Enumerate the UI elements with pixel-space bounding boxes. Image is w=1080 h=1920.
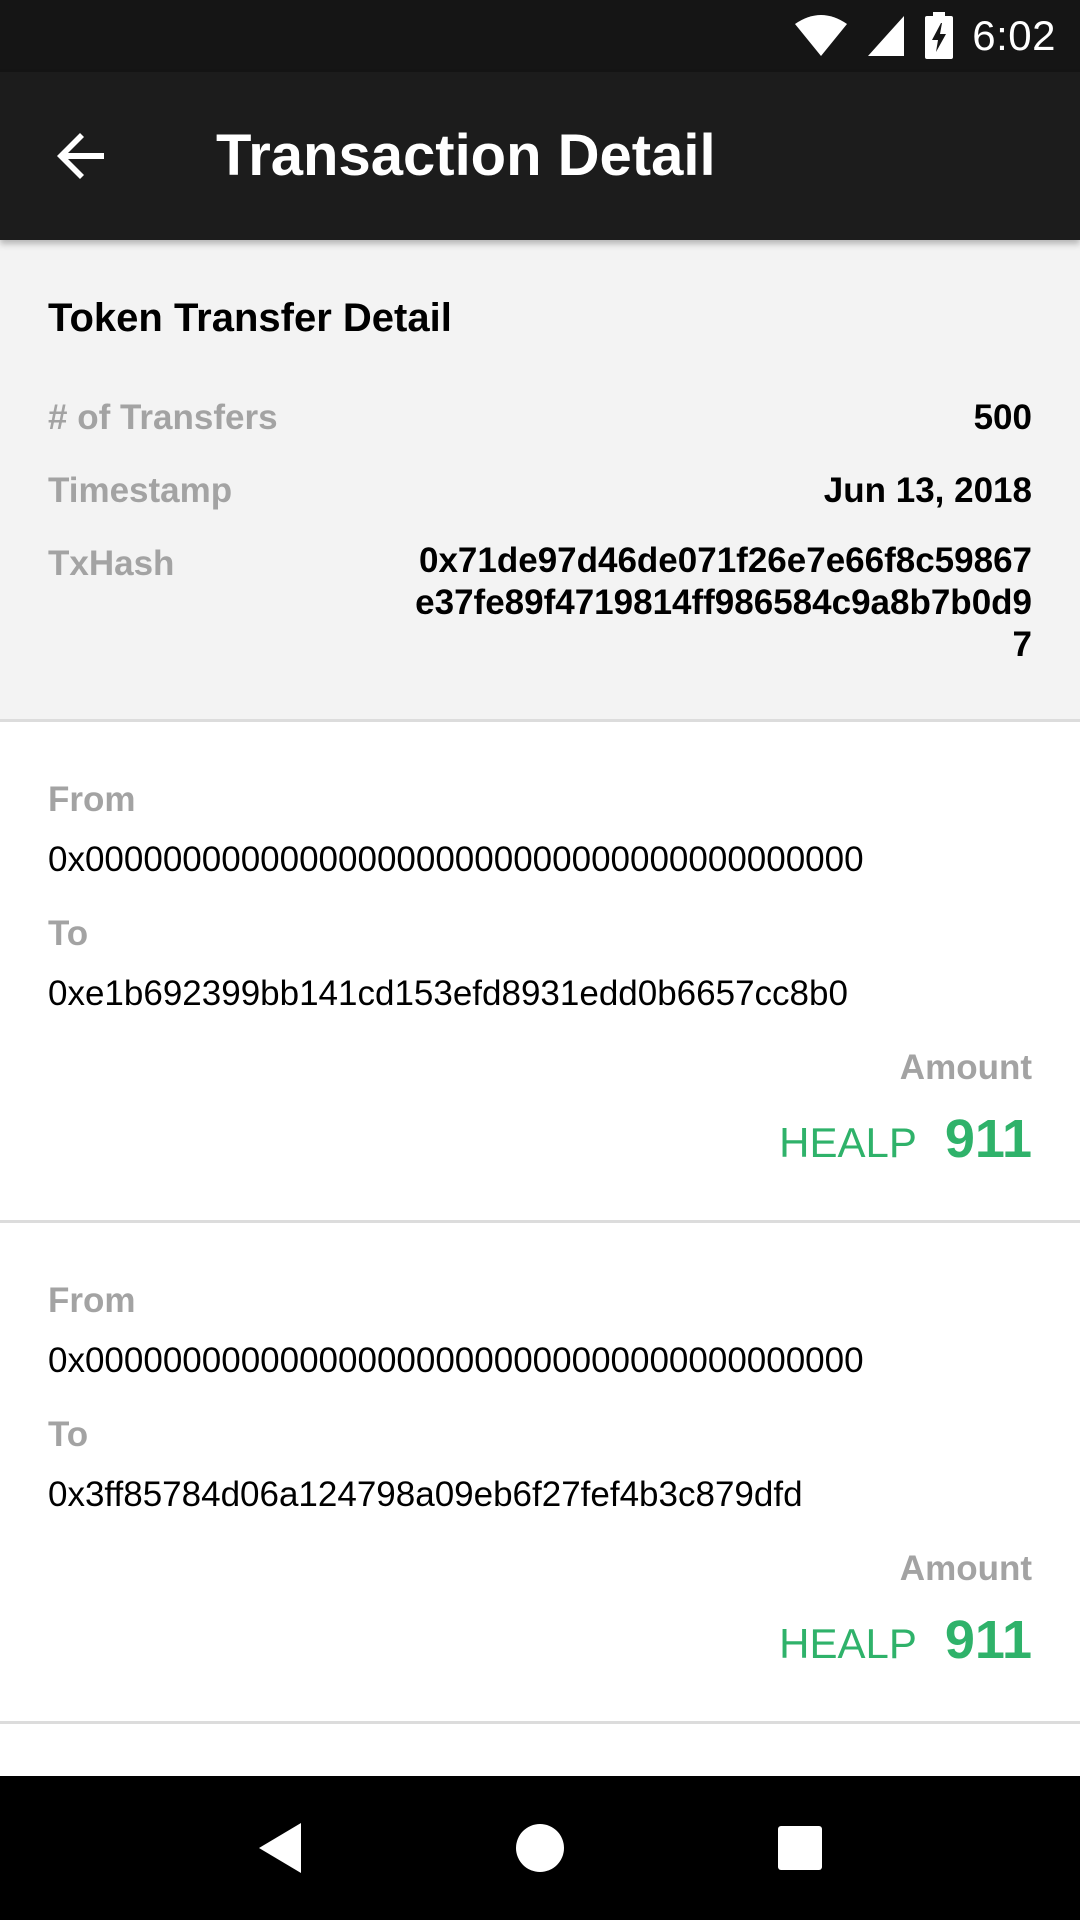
from-label: From [48,780,136,819]
to-label: To [48,914,89,953]
battery-charging-icon [925,12,954,59]
amount-token: HEALP [779,1119,917,1166]
to-address[interactable]: 0xe1b692399bb141cd153efd8931edd0b6657cc8… [48,974,848,1014]
app-bar: Transaction Detail [0,72,1080,240]
page-title: Transaction Detail [216,123,716,188]
back-button[interactable] [40,114,124,198]
arrow-back-icon [57,133,104,179]
from-label: From [48,1281,136,1320]
nav-home-button[interactable] [490,1798,590,1898]
status-time: 6:02 [972,12,1056,59]
timestamp-value: Jun 13, 2018 [823,471,1032,510]
txhash-label: TxHash [48,544,175,583]
nav-recents-button[interactable] [750,1798,850,1898]
signal-icon [868,16,905,56]
amount-value: 911 [944,1109,1032,1169]
from-address[interactable]: 0x00000000000000000000000000000000000000… [48,1341,864,1381]
nav-home-icon [516,1824,564,1872]
from-address[interactable]: 0x00000000000000000000000000000000000000… [48,840,864,880]
amount-label: Amount [899,1048,1032,1087]
wifi-icon [795,15,848,56]
nav-recents-icon [778,1826,822,1870]
amount-value: 911 [944,1610,1032,1670]
txhash-value[interactable]: 0x71de97d46de071f26e7e66f8c59867e37fe89f… [412,540,1032,666]
nav-back-button[interactable] [230,1798,330,1898]
txhash-row: TxHash 0x71de97d46de071f26e7e66f8c59867e… [48,541,1032,666]
transfers-count-label: # of Transfers [48,398,278,437]
amount-row: HEALP 911 [779,1108,1032,1170]
navigation-bar [0,1776,1080,1920]
to-label: To [48,1415,89,1454]
transfer-card[interactable]: From 0x000000000000000000000000000000000… [0,722,1080,1223]
transfers-count-row: # of Transfers 500 [48,398,1032,438]
to-address[interactable]: 0x3ff85784d06a124798a09eb6f27fef4b3c879d… [48,1475,803,1515]
token-transfer-summary: Token Transfer Detail # of Transfers 500… [0,240,1080,722]
status-icons: 6:02 [794,0,1056,72]
status-bar: 6:02 [0,0,1080,72]
transfers-count-value: 500 [973,398,1032,437]
amount-row: HEALP 911 [779,1609,1032,1671]
timestamp-row: Timestamp Jun 13, 2018 [48,471,1032,511]
amount-token: HEALP [779,1620,917,1667]
summary-heading: Token Transfer Detail [48,296,452,340]
transfer-list: From 0x000000000000000000000000000000000… [0,722,1080,1724]
nav-back-icon [259,1823,301,1873]
transfer-card[interactable]: From 0x000000000000000000000000000000000… [0,1223,1080,1724]
amount-label: Amount [899,1549,1032,1588]
timestamp-label: Timestamp [48,471,233,510]
